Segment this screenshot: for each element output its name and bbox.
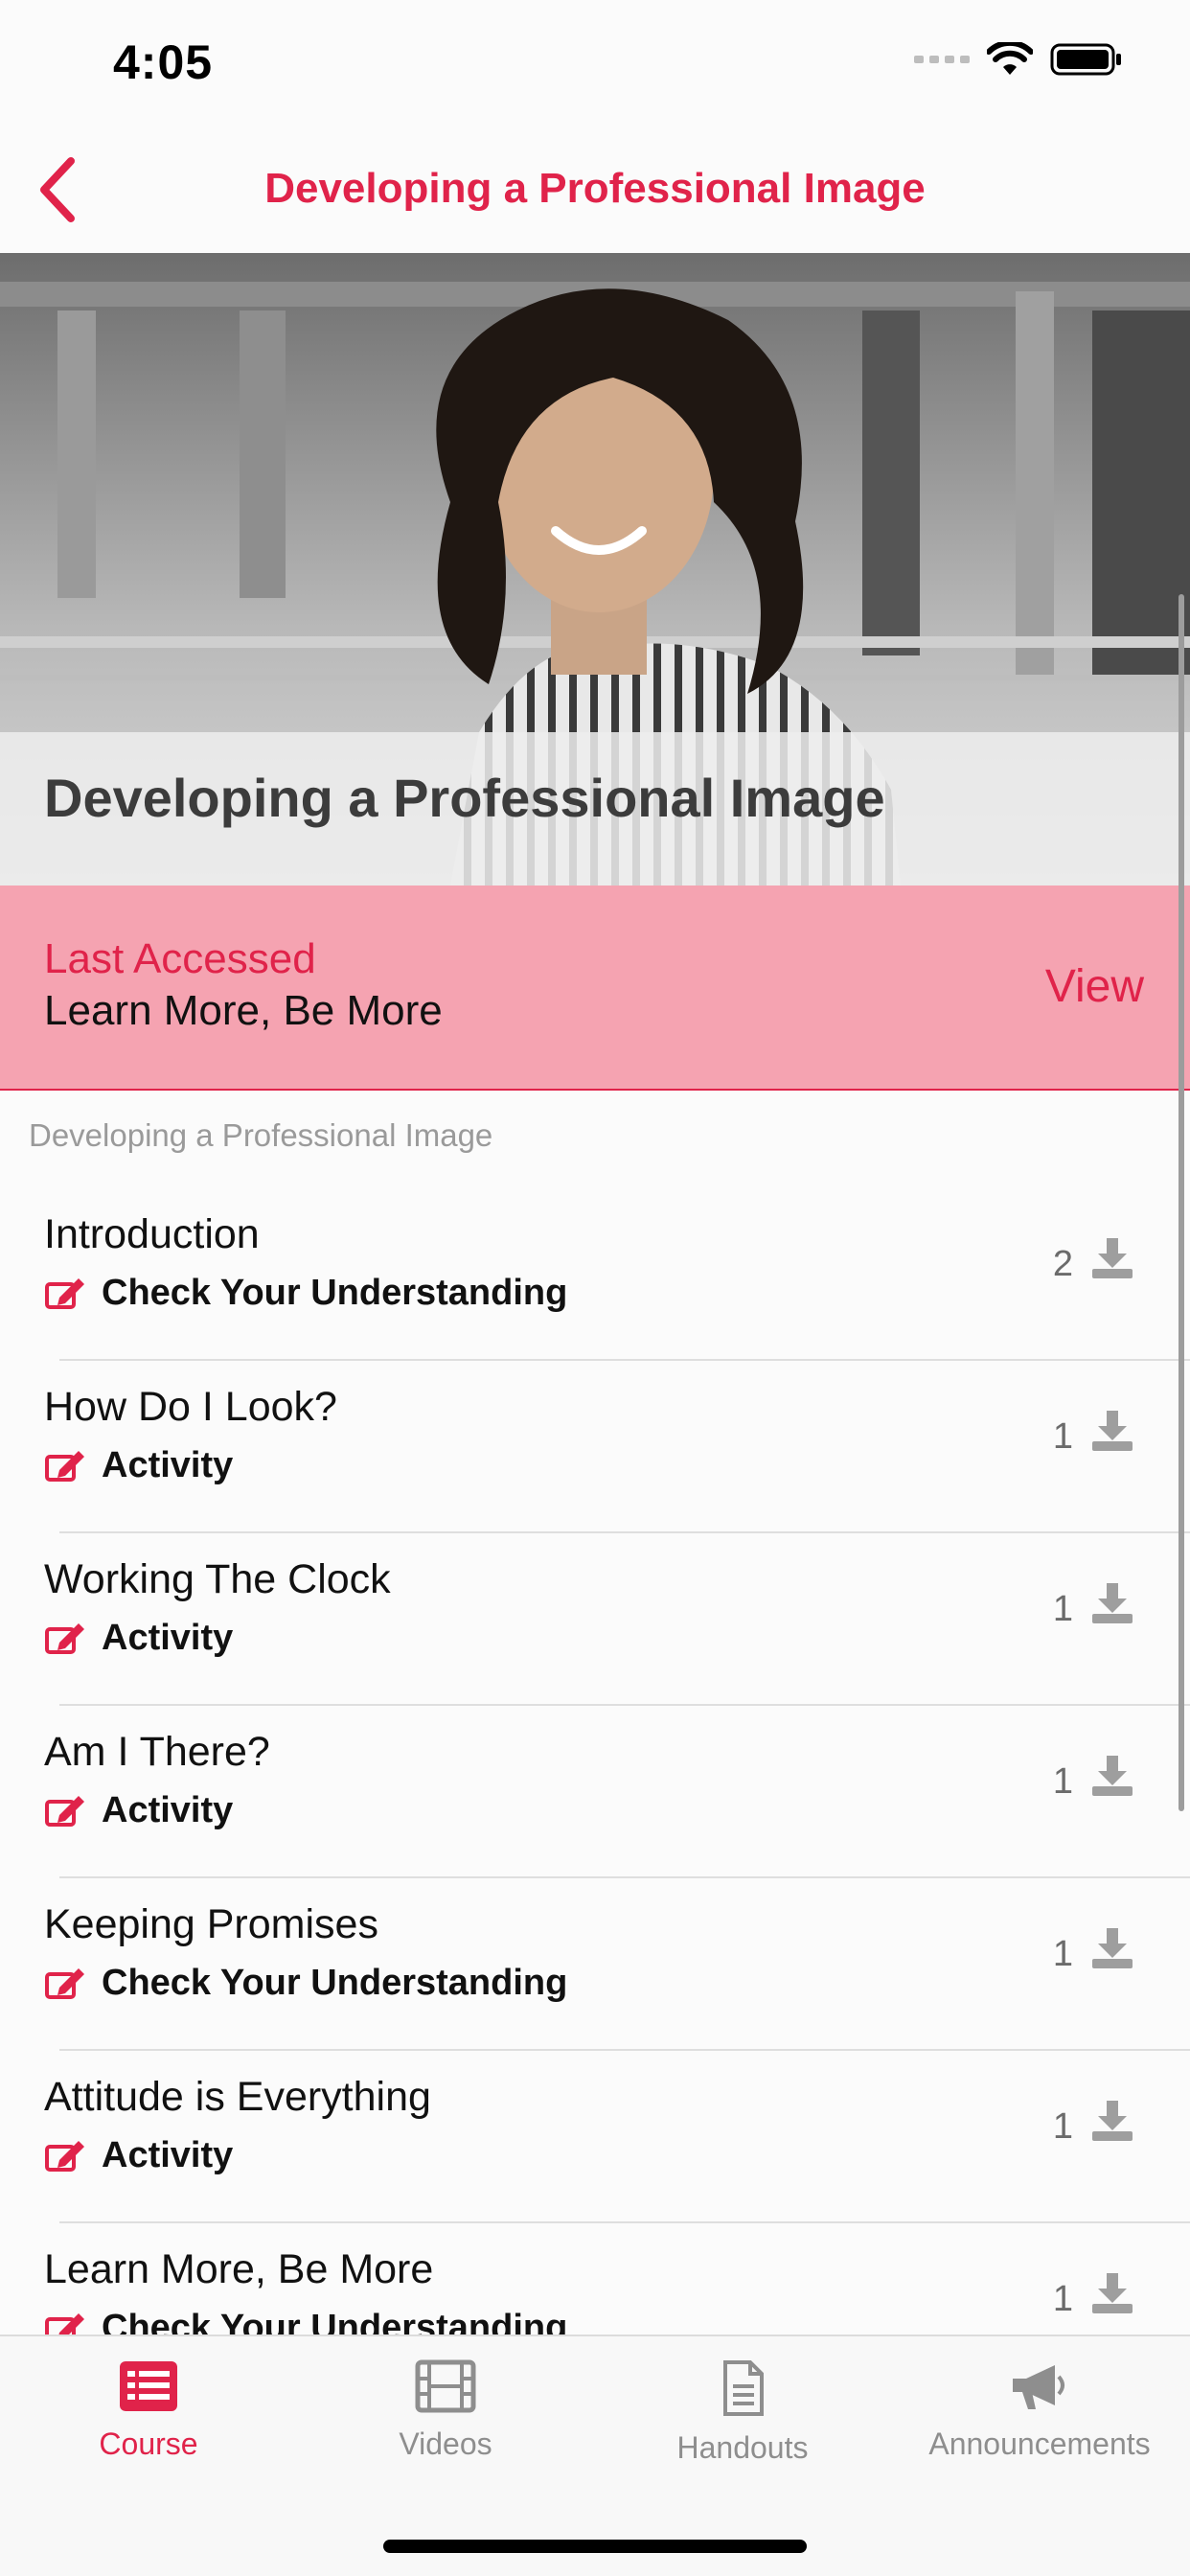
lesson-type-label: Activity — [102, 1445, 234, 1485]
list-icon — [120, 2361, 177, 2411]
lesson-title: Keeping Promises — [44, 1901, 378, 1947]
edit-icon — [45, 2312, 84, 2334]
edit-icon — [45, 1795, 84, 1827]
lesson-type: Activity — [44, 1618, 233, 1659]
lesson-title: Attitude is Everything — [44, 2074, 431, 2120]
edit-icon — [45, 1967, 84, 1999]
download-count: 2 — [1052, 1244, 1073, 1284]
lesson-title: How Do I Look? — [44, 1384, 337, 1430]
list-item[interactable]: Attitude is Everything Activity 1 — [0, 2051, 1190, 2223]
course-title: Developing a Professional Image — [44, 768, 885, 828]
download-count: 1 — [1052, 1416, 1073, 1457]
list-item[interactable]: Am I There? Activity 1 — [0, 1706, 1190, 1878]
edit-icon — [45, 2140, 84, 2172]
download-icon[interactable] — [1090, 1754, 1134, 1798]
list-item[interactable]: Keeping Promises Check Your Understandin… — [0, 1878, 1190, 2051]
tab-course[interactable]: Course — [0, 2359, 297, 2462]
edit-icon — [45, 1277, 84, 1309]
tab-videos[interactable]: Videos — [297, 2359, 594, 2462]
edit-icon — [45, 1450, 84, 1482]
lesson-title: Am I There? — [44, 1729, 270, 1775]
download-count: 1 — [1052, 1761, 1073, 1802]
section-header: Developing a Professional Image — [29, 1117, 493, 1153]
lesson-title: Learn More, Be More — [44, 2246, 434, 2292]
lesson-type-label: Check Your Understanding — [102, 1963, 568, 2003]
download-icon[interactable] — [1090, 1926, 1134, 1970]
last-accessed-lesson: Learn More, Be More — [44, 987, 443, 1034]
signal-icon — [914, 56, 970, 63]
last-accessed-label: Last Accessed — [44, 935, 316, 982]
lesson-title: Working The Clock — [44, 1556, 391, 1602]
download-icon[interactable] — [1090, 1409, 1134, 1453]
lesson-type-label: Check Your Understanding — [102, 1273, 568, 1313]
lesson-type: Activity — [44, 2135, 233, 2176]
film-icon — [415, 2359, 476, 2413]
last-accessed-banner[interactable]: Last Accessed Learn More, Be More View — [0, 886, 1190, 1091]
hero-caption: Developing a Professional Image — [0, 732, 1190, 886]
list-item[interactable]: Working The Clock Activity 1 — [0, 1533, 1190, 1706]
home-indicator[interactable] — [383, 2540, 807, 2553]
download-icon[interactable] — [1090, 1236, 1134, 1280]
scrollbar[interactable] — [1179, 594, 1184, 1811]
tab-label: Announcements — [928, 2426, 1151, 2461]
list-item[interactable]: How Do I Look? Activity 1 — [0, 1361, 1190, 1533]
lesson-type-label: Activity — [102, 1618, 234, 1658]
list-item[interactable]: Introduction Check Your Understanding 2 — [0, 1188, 1190, 1361]
lesson-type: Check Your Understanding — [44, 1273, 567, 1314]
download-icon[interactable] — [1090, 2271, 1134, 2315]
status-icons — [914, 42, 1123, 77]
tab-label: Handouts — [676, 2430, 809, 2465]
lesson-type-label: Activity — [102, 1790, 234, 1830]
download-count: 1 — [1052, 1934, 1073, 1974]
download-icon[interactable] — [1090, 2099, 1134, 2143]
download-count: 1 — [1052, 2279, 1073, 2319]
battery-icon — [1050, 43, 1121, 76]
download-count: 1 — [1052, 1589, 1073, 1629]
tab-label: Course — [99, 2426, 198, 2461]
lesson-title: Introduction — [44, 1211, 260, 1257]
wifi-icon — [987, 42, 1033, 75]
download-count: 1 — [1052, 2106, 1073, 2147]
status-bar: 4:05 — [0, 0, 1190, 125]
lesson-type-label: Activity — [102, 2135, 234, 2175]
list-item[interactable]: Learn More, Be More Check Your Understan… — [0, 2223, 1190, 2334]
document-icon — [723, 2360, 764, 2416]
tab-label: Videos — [399, 2426, 492, 2461]
lesson-type: Check Your Understanding — [44, 1963, 567, 2004]
lesson-type: Activity — [44, 1790, 233, 1831]
tab-handouts[interactable]: Handouts — [594, 2359, 891, 2466]
lesson-list: Introduction Check Your Understanding 2 … — [0, 1188, 1190, 2334]
lesson-type: Activity — [44, 1445, 233, 1486]
tab-announcements[interactable]: Announcements — [891, 2359, 1188, 2462]
lesson-type-label: Check Your Understanding — [102, 2308, 568, 2334]
page-title: Developing a Professional Image — [264, 165, 926, 212]
view-button[interactable]: View — [1045, 960, 1144, 1013]
download-icon[interactable] — [1090, 1581, 1134, 1625]
navigation-bar: Developing a Professional Image — [0, 125, 1190, 253]
megaphone-icon — [1013, 2365, 1064, 2409]
status-time: 4:05 — [113, 35, 214, 89]
edit-icon — [45, 1622, 84, 1654]
course-hero-image: Developing a Professional Image — [0, 253, 1190, 886]
lesson-type: Check Your Understanding — [44, 2308, 567, 2334]
